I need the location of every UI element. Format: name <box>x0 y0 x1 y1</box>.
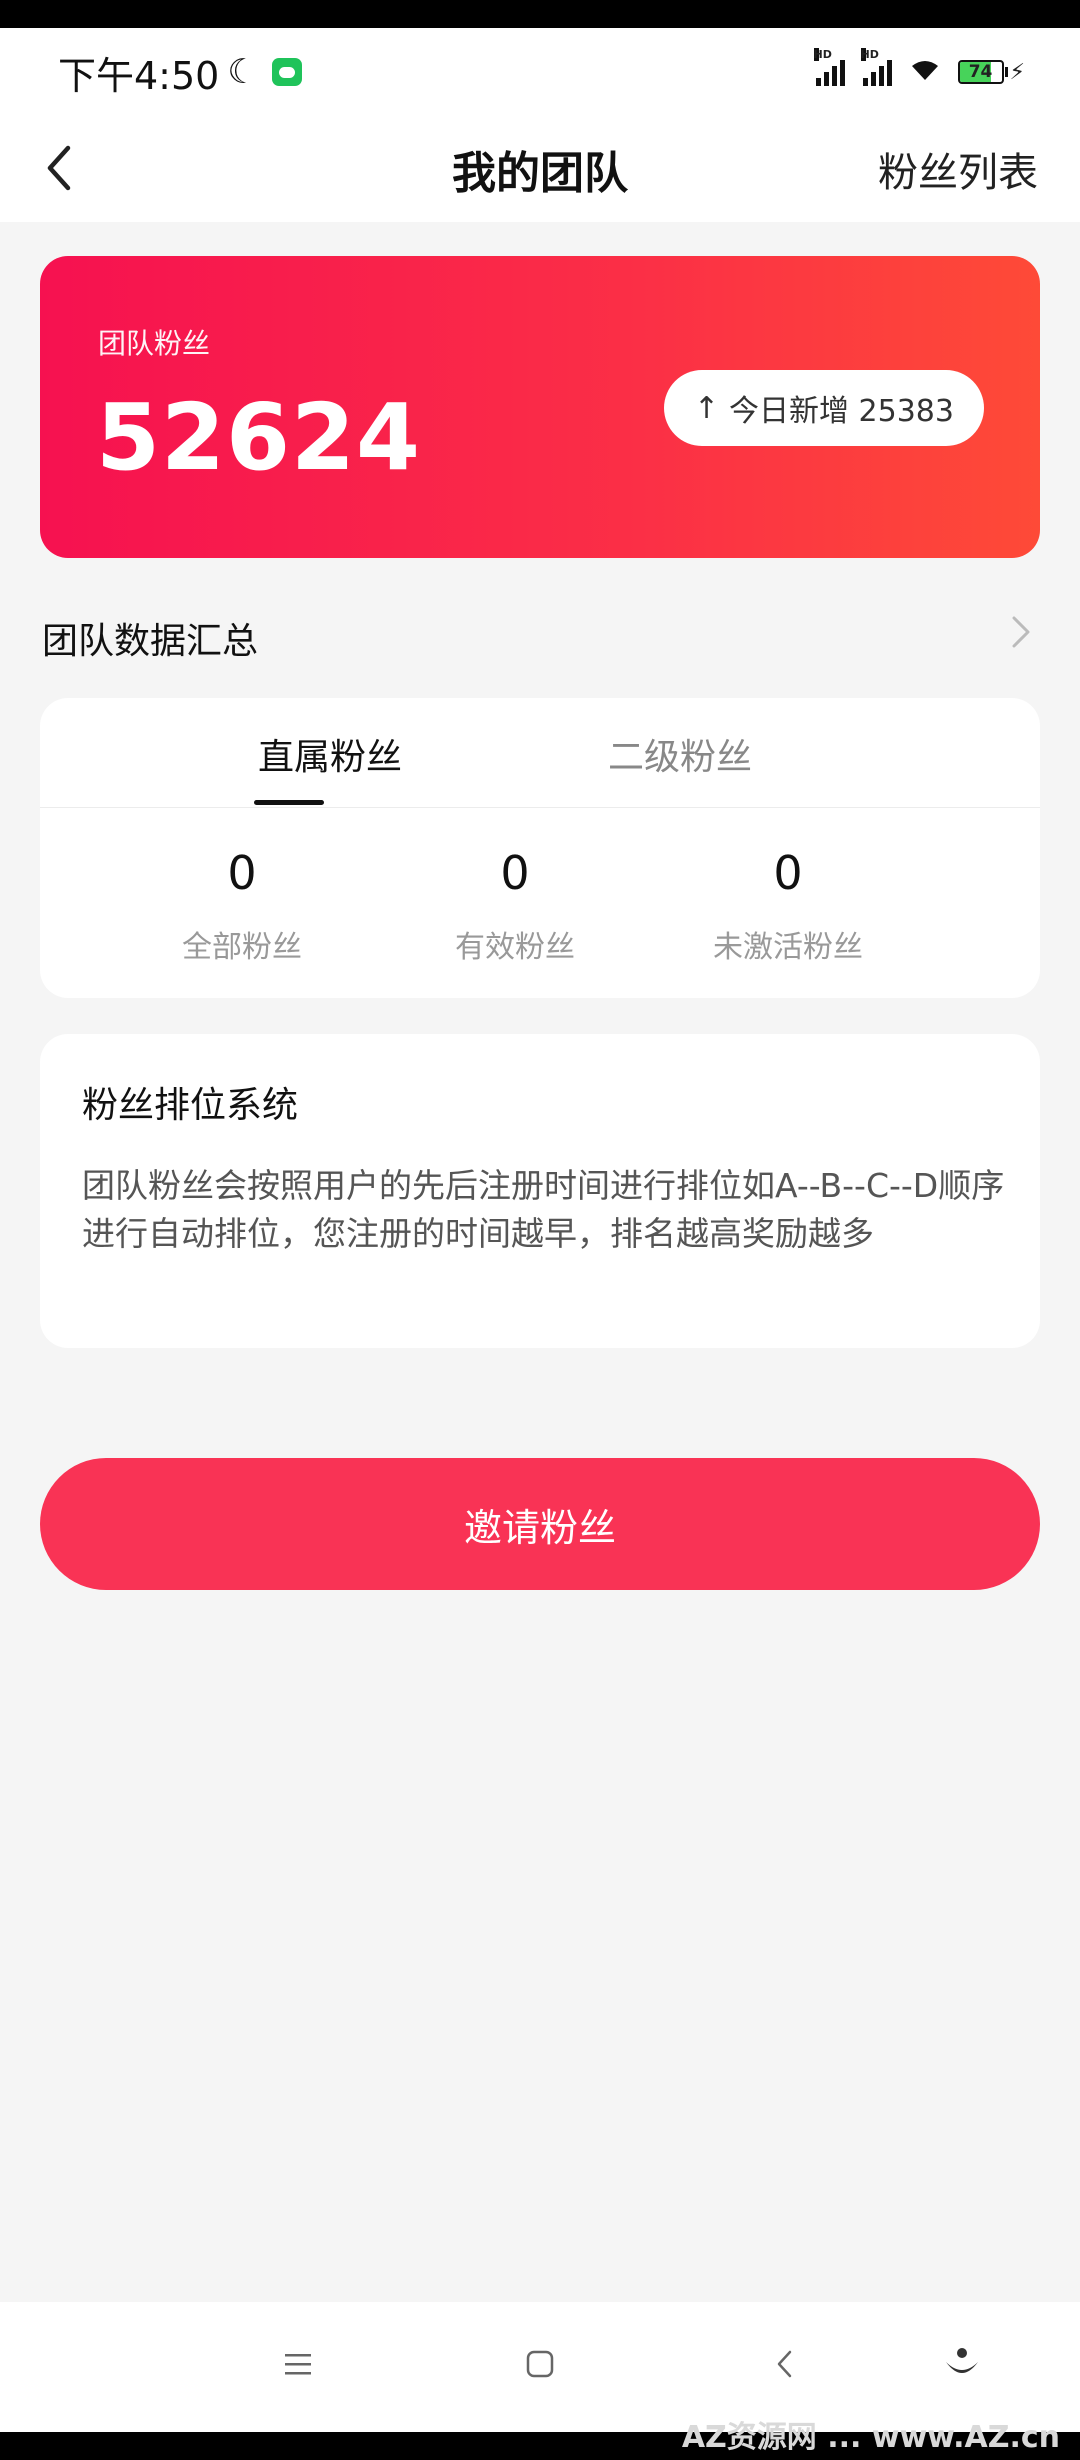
fans-list-link[interactable]: 粉丝列表 <box>878 140 1038 198</box>
ranking-title: 粉丝排位系统 <box>82 1085 299 1126</box>
team-fans-label: 团队粉丝 <box>98 327 211 360</box>
stat-value: 0 <box>227 846 257 900</box>
summary-title: 团队数据汇总 <box>42 621 259 662</box>
home-square-icon <box>526 2350 554 2378</box>
ranking-system-card: 粉丝排位系统 团队粉丝会按照用户的先后注册时间进行排位如A--B--C--D顺序… <box>40 1034 1040 1348</box>
active-tab-indicator <box>254 800 324 805</box>
assistant-button[interactable] <box>932 2334 992 2394</box>
stat-all-fans: 0 全部粉丝 <box>92 846 392 966</box>
top-black-strip <box>0 0 1080 28</box>
signal-hd-icon: HD <box>813 48 845 86</box>
status-bar: 下午4:50 ☾ HD HD 74 ⚡ <box>0 28 1080 116</box>
tab-second-level-fans[interactable]: 二级粉丝 <box>530 728 830 780</box>
wifi-icon <box>910 56 940 89</box>
menu-icon <box>285 2354 311 2375</box>
stat-label: 全部粉丝 <box>182 930 302 965</box>
arrow-up-icon: ↑ <box>693 390 720 426</box>
menu-button[interactable] <box>268 2334 328 2394</box>
stat-value: 0 <box>773 846 803 900</box>
back-icon <box>777 2350 792 2378</box>
today-new-label: 今日新增 25383 <box>729 394 954 429</box>
stat-inactive-fans: 0 未激活粉丝 <box>638 846 938 966</box>
battery-icon: 74 ⚡ <box>957 59 1025 85</box>
home-button[interactable] <box>510 2334 570 2394</box>
stat-value: 0 <box>500 846 530 900</box>
today-new-badge: ↑ 今日新增 25383 <box>663 370 984 446</box>
tab-direct-fans[interactable]: 直属粉丝 <box>180 728 480 780</box>
charging-icon: ⚡ <box>1009 59 1025 85</box>
moon-icon: ☾ <box>227 52 258 92</box>
stat-valid-fans: 0 有效粉丝 <box>365 846 665 966</box>
fans-tabs: 直属粉丝 二级粉丝 <box>40 698 1040 808</box>
stat-label: 有效粉丝 <box>455 930 575 965</box>
wechat-icon <box>271 58 302 86</box>
chevron-right-icon <box>1012 616 1030 648</box>
ranking-description: 团队粉丝会按照用户的先后注册时间进行排位如A--B--C--D顺序进行自动排位，… <box>82 1166 1005 1253</box>
status-icons: HD HD 74 ⚡ <box>813 48 1025 89</box>
fans-stats-card: 直属粉丝 二级粉丝 0 全部粉丝 0 有效粉丝 0 未激活粉丝 <box>40 698 1040 998</box>
signal-hd-icon: HD <box>860 48 892 86</box>
team-fans-banner: 团队粉丝 52624 ↑ 今日新增 25383 <box>40 256 1040 558</box>
invite-fans-button[interactable]: 邀请粉丝 <box>40 1458 1040 1590</box>
stat-label: 未激活粉丝 <box>713 930 863 965</box>
battery-level: 74 <box>968 62 993 82</box>
summary-arrow-button[interactable] <box>1002 608 1038 656</box>
nav-bar: 我的团队 粉丝列表 <box>0 116 1080 222</box>
assistant-icon <box>946 2348 978 2373</box>
status-time: 下午4:50 <box>58 53 220 98</box>
team-fans-total: 52624 <box>96 384 422 491</box>
system-back-button[interactable] <box>755 2334 815 2394</box>
watermark: AZ资源网 ... www.AZ.cn <box>681 2420 1060 2455</box>
